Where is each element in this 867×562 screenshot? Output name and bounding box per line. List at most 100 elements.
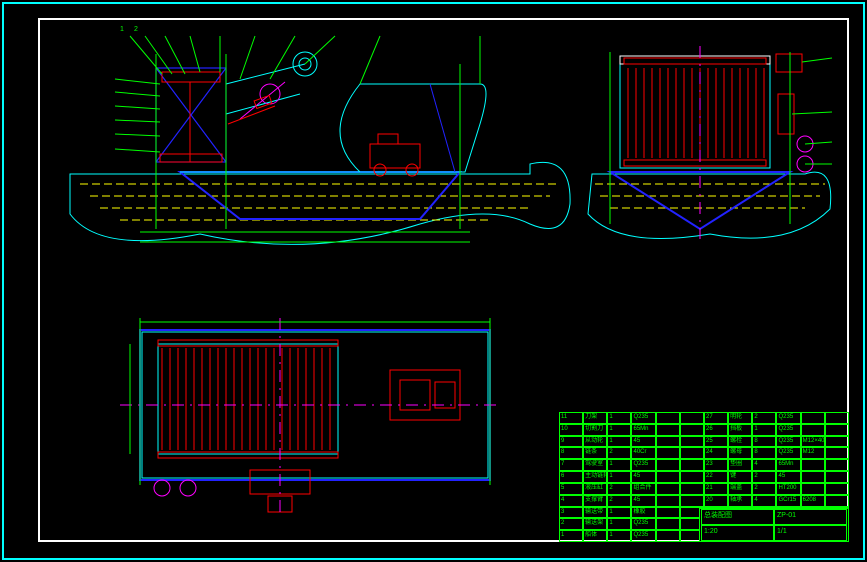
bom-cell bbox=[680, 459, 704, 471]
titleblock-title: 总装配图 bbox=[701, 509, 774, 525]
bom-cell: 1 bbox=[607, 424, 631, 436]
callout: 2 bbox=[134, 26, 138, 33]
bom-cell: 11 bbox=[559, 412, 583, 424]
bom-cell: 2 bbox=[559, 518, 583, 530]
bom-cell: 23 bbox=[704, 459, 728, 471]
bom-cell: 8 bbox=[752, 447, 776, 459]
bom-cell: 27 bbox=[704, 412, 728, 424]
bom-cell: 4 bbox=[559, 495, 583, 507]
callout: 1 bbox=[120, 26, 124, 33]
bom-cell bbox=[680, 424, 704, 436]
bom-cell bbox=[825, 471, 849, 483]
bom-cell bbox=[801, 412, 825, 424]
bom-cell: 2 bbox=[752, 412, 776, 424]
bom-cell: 5 bbox=[559, 483, 583, 495]
bom-cell: 8 bbox=[559, 447, 583, 459]
bom-cell: 支撑臂 bbox=[583, 495, 607, 507]
bom-cell: 20 bbox=[704, 495, 728, 507]
bom-cell: 4 bbox=[752, 459, 776, 471]
bom-cell: 1 bbox=[752, 424, 776, 436]
bom-cell: 1 bbox=[607, 436, 631, 448]
bom-cell: 2 bbox=[607, 483, 631, 495]
bom-cell bbox=[656, 424, 680, 436]
bom-cell: 25 bbox=[704, 436, 728, 448]
bom-cell: 2 bbox=[752, 471, 776, 483]
bom-cell: 刀架 bbox=[583, 412, 607, 424]
bom-cell: 明轮 bbox=[728, 412, 752, 424]
bom-cell: HT200 bbox=[776, 483, 800, 495]
bom-cell bbox=[801, 483, 825, 495]
bom-cell: 组合件 bbox=[631, 483, 655, 495]
titleblock-scale: 1:20 bbox=[701, 525, 774, 541]
bom-cell bbox=[680, 495, 704, 507]
bom-cell: 4 bbox=[752, 495, 776, 507]
bom-cell: 2 bbox=[607, 447, 631, 459]
bom-cell bbox=[680, 447, 704, 459]
bom-cell: Q235 bbox=[776, 447, 800, 459]
bom-cell bbox=[825, 436, 849, 448]
bom-cell: 1 bbox=[607, 518, 631, 530]
bom-cell bbox=[656, 471, 680, 483]
bom-cell: M12×40 bbox=[801, 436, 825, 448]
bom-cell: 垫圈 bbox=[728, 459, 752, 471]
bom-cell: M12 bbox=[801, 447, 825, 459]
bom-cell bbox=[825, 495, 849, 507]
bom-cell: Q235 bbox=[631, 412, 655, 424]
bom-cell: 22 bbox=[704, 471, 728, 483]
bom-cell bbox=[656, 412, 680, 424]
bom-cell bbox=[825, 459, 849, 471]
front-elevation-view bbox=[580, 24, 840, 264]
bom-cell: GCr15 bbox=[776, 495, 800, 507]
bom-cell: 1 bbox=[607, 459, 631, 471]
bom-cell: 45 bbox=[631, 436, 655, 448]
bom-cell bbox=[680, 483, 704, 495]
bom-cell bbox=[656, 518, 680, 530]
bom-cell bbox=[680, 471, 704, 483]
bom-cell: Q235 bbox=[776, 436, 800, 448]
bom-cell: 轴承 bbox=[728, 495, 752, 507]
bom-cell: 船体 bbox=[583, 530, 607, 542]
bom-cell bbox=[656, 495, 680, 507]
bom-cell: 键 bbox=[728, 471, 752, 483]
bom-cell: 24 bbox=[704, 447, 728, 459]
bom-cell bbox=[680, 436, 704, 448]
bom-cell: 9 bbox=[559, 436, 583, 448]
bom-cell: 螺母 bbox=[728, 447, 752, 459]
bom-cell bbox=[656, 507, 680, 519]
bom-cell: 8 bbox=[752, 436, 776, 448]
bom-cell bbox=[825, 447, 849, 459]
bom-cell bbox=[656, 483, 680, 495]
bom-cell: 45 bbox=[776, 471, 800, 483]
bom-cell bbox=[825, 424, 849, 436]
bom-cell bbox=[801, 424, 825, 436]
bom-cell: 1 bbox=[559, 530, 583, 542]
bom-cell: 3 bbox=[559, 507, 583, 519]
bom-cell: 液压缸 bbox=[583, 483, 607, 495]
plan-view bbox=[100, 310, 520, 520]
bom-cell: 输送架 bbox=[583, 518, 607, 530]
bom-cell: Q235 bbox=[776, 412, 800, 424]
bom-cell bbox=[801, 471, 825, 483]
bom-cell: 端盖 bbox=[728, 483, 752, 495]
bom-cell bbox=[825, 412, 849, 424]
titleblock-no: ZP-01 bbox=[774, 509, 847, 525]
bom-cell: 切割刀 bbox=[583, 424, 607, 436]
bom-cell bbox=[656, 459, 680, 471]
bom-cell: 45 bbox=[631, 495, 655, 507]
bom-cell: 螺栓 bbox=[728, 436, 752, 448]
title-block: 11刀架1Q23527明轮2Q23510切割刀165Mn26挡板1Q2359从动… bbox=[559, 412, 849, 542]
bom-cell: 链条 bbox=[583, 447, 607, 459]
bom-cell: 挡板 bbox=[728, 424, 752, 436]
bom-cell: 10 bbox=[559, 424, 583, 436]
bom-cell: 1 bbox=[607, 412, 631, 424]
side-elevation-view bbox=[60, 24, 580, 264]
bom-cell: Q235 bbox=[776, 424, 800, 436]
bom-cell bbox=[656, 436, 680, 448]
bom-cell bbox=[680, 412, 704, 424]
bom-cell: Q235 bbox=[631, 530, 655, 542]
bom-cell: 45 bbox=[631, 471, 655, 483]
bom-cell: 2 bbox=[752, 483, 776, 495]
bom-cell: 65Mn bbox=[631, 424, 655, 436]
titleblock-sheet: 1/1 bbox=[774, 525, 847, 541]
bom-cell: 从动轮 bbox=[583, 436, 607, 448]
